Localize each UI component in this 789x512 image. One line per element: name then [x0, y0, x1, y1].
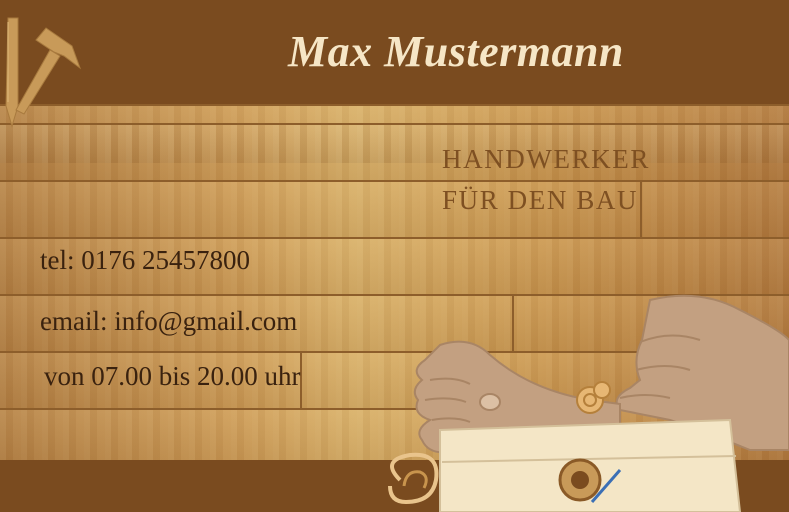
wood-plank [0, 123, 789, 182]
business-card: Max Mustermann HANDWERKER FÜR DEN BAU te… [0, 0, 789, 512]
plank-seam [640, 180, 642, 237]
hammer-and-saw-icon [5, 17, 82, 128]
job-title-line2: FÜR DEN BAU [442, 185, 639, 215]
person-name: Max Mustermann [288, 27, 624, 76]
opening-hours: von 07.00 bis 20.00 uhr [44, 361, 301, 391]
wood-plank [0, 180, 789, 239]
hands-with-wood-plane-illustration [388, 294, 789, 512]
phone-number: tel: 0176 25457800 [40, 245, 250, 275]
email-address: email: info@gmail.com [40, 306, 298, 336]
job-title-line1: HANDWERKER [442, 144, 650, 174]
